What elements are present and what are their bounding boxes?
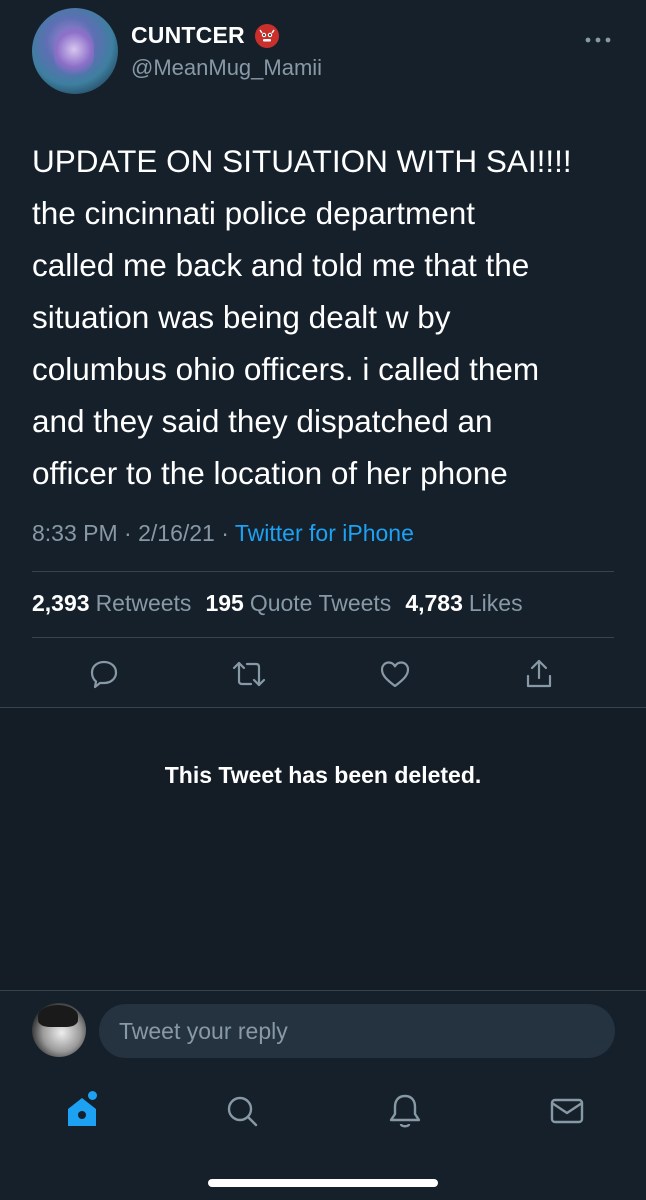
author-avatar[interactable] [32,8,118,94]
user-avatar[interactable] [32,1003,86,1057]
reply-icon[interactable] [84,654,124,694]
meta-separator: · [124,520,139,546]
tweet-time: 8:33 PM [32,520,118,546]
quote-tweets-stat[interactable]: 195 Quote Tweets [205,590,391,617]
more-horizontal-icon[interactable] [584,24,612,50]
divider [32,571,614,572]
retweets-stat[interactable]: 2,393 Retweets [32,590,191,617]
author-name-row[interactable]: CUNTCER [131,22,279,49]
meta-separator: · [221,520,235,546]
author-handle[interactable]: @MeanMug_Mamii [131,55,322,81]
retweets-count: 2,393 [32,590,90,616]
share-icon[interactable] [519,654,559,694]
likes-count: 4,783 [405,590,463,616]
messages-icon[interactable] [545,1089,589,1133]
retweets-label: Retweets [95,590,192,616]
search-icon[interactable] [220,1089,264,1133]
reply-composer: Tweet your reply [0,991,646,1071]
divider [32,637,614,638]
deleted-notice: This Tweet has been deleted. [164,762,482,788]
ogre-emoji-icon [254,23,279,48]
quote-tweets-label: Quote Tweets [249,590,392,616]
tweet-text: UPDATE ON SITUATION WITH SAI!!!! the cin… [32,143,572,491]
likes-stat[interactable]: 4,783 Likes [405,590,522,617]
tweet-stats: 2,393 Retweets 195 Quote Tweets 4,783 Likes [32,590,537,617]
tweet-actions [0,654,646,698]
retweet-icon[interactable] [229,654,269,694]
author-display-name[interactable]: CUNTCER [131,22,245,49]
quote-tweets-count: 195 [205,590,244,616]
home-notification-dot [88,1091,97,1100]
home-icon[interactable] [60,1089,104,1133]
reply-input[interactable]: Tweet your reply [99,1004,615,1058]
notifications-icon[interactable] [383,1089,427,1133]
home-indicator [208,1179,438,1187]
likes-label: Likes [468,590,523,616]
tweet-detail: CUNTCER @MeanMug_Mamii UPDATE ON SITUATI… [0,0,646,707]
tweet-meta: 8:33 PM · 2/16/21 · Twitter for iPhone [32,520,414,547]
tweet-date: 2/16/21 [138,520,215,546]
bottom-tab-bar [0,1071,646,1200]
tweet-source-link[interactable]: Twitter for iPhone [235,520,414,546]
like-icon[interactable] [375,654,415,694]
deleted-tweet-placeholder: This Tweet has been deleted. [0,708,646,990]
